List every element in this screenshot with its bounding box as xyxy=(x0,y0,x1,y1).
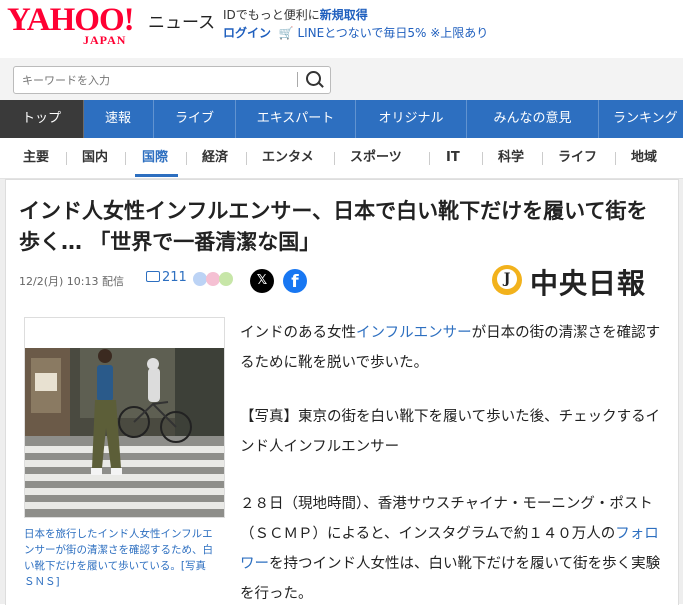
publisher-mark: J xyxy=(497,269,517,289)
site-header: YAHOO! JAPAN ニュース IDでもっと便利に新規取得 ログイン 🛒 L… xyxy=(0,0,683,58)
article-title: インド人女性インフルエンサー、日本で白い靴下だけを履いて街を歩く… 「世界で一番… xyxy=(19,199,648,254)
category-nav: 主要 国内 国際 経済 エンタメ スポーツ IT 科学 ライフ 地域 xyxy=(0,138,683,179)
search-icon[interactable] xyxy=(306,71,321,86)
tab-original[interactable]: オリジナル xyxy=(356,100,467,138)
service-name[interactable]: ニュース xyxy=(148,8,215,33)
category-main[interactable]: 主要 xyxy=(23,138,49,178)
line-promo-link[interactable]: LINEとつないで毎日5% ※上限あり xyxy=(297,26,488,40)
divider xyxy=(429,152,430,165)
comment-link[interactable]: 211 xyxy=(146,270,187,285)
id-promo: IDでもっと便利に新規取得 xyxy=(223,6,368,23)
category-science[interactable]: 科学 xyxy=(498,138,524,178)
divider xyxy=(542,152,543,165)
category-economy[interactable]: 経済 xyxy=(202,138,228,178)
publisher-mark-icon: J xyxy=(492,265,522,295)
yahoo-logo[interactable]: YAHOO! JAPAN xyxy=(7,2,135,47)
photo-caption: 日本を旅行したインド人女性インフルエンサーが街の清潔さを確認するため、白い靴下だ… xyxy=(24,528,217,588)
face-icon xyxy=(206,272,220,286)
paragraph-text: インドのある女性 xyxy=(240,325,356,341)
article-paragraph: ２８日（現地時間）、香港サウスチャイナ・モーニング・ポスト（ＳＣＭＰ）によると、… xyxy=(240,489,662,609)
share-x-button[interactable]: 𝕏 xyxy=(250,269,274,293)
paragraph-text: ２８日（現地時間）、香港サウスチャイナ・モーニング・ポスト（ＳＣＭＰ）によると、… xyxy=(240,496,653,542)
tab-ranking[interactable]: ランキング xyxy=(599,100,683,138)
article-paragraph: インドのある女性インフルエンサーが日本の街の清潔さを確認するために靴を脱いで歩い… xyxy=(240,318,662,378)
face-icon xyxy=(219,272,233,286)
divider xyxy=(615,152,616,165)
share-facebook-button[interactable]: f xyxy=(283,269,307,293)
search-divider xyxy=(297,72,298,87)
street-photo-illustration xyxy=(25,318,224,517)
article-photo[interactable] xyxy=(24,317,225,518)
tab-expert[interactable]: エキスパート xyxy=(236,100,356,138)
login-link[interactable]: ログイン xyxy=(223,26,271,40)
category-life[interactable]: ライフ xyxy=(558,138,597,178)
comment-count: 211 xyxy=(162,270,187,285)
login-row: ログイン 🛒 LINEとつないで毎日5% ※上限あり xyxy=(223,24,488,41)
category-domestic[interactable]: 国内 xyxy=(82,138,108,178)
signup-link[interactable]: 新規取得 xyxy=(320,8,368,22)
related-photo-link[interactable]: 【写真】東京の街を白い靴下を履いて歩いた後、チェックするインド人インフルエンサー xyxy=(240,402,662,462)
paragraph-text: を持つインド人女性は、白い靴下だけを履いて街を歩く実験を行った。 xyxy=(240,556,661,602)
search-bar xyxy=(0,58,683,100)
tab-top[interactable]: トップ xyxy=(0,100,84,138)
category-region[interactable]: 地域 xyxy=(631,138,657,178)
divider xyxy=(125,152,126,165)
divider xyxy=(482,152,483,165)
tab-breaking[interactable]: 速報 xyxy=(83,100,154,138)
influencer-link[interactable]: インフルエンサー xyxy=(356,325,472,341)
category-sports[interactable]: スポーツ xyxy=(350,138,402,178)
id-promo-text: IDでもっと便利に xyxy=(223,8,320,22)
divider xyxy=(334,152,335,165)
article-date: 12/2(月) 10:13 配信 xyxy=(19,275,124,288)
divider xyxy=(66,152,67,165)
category-it[interactable]: IT xyxy=(446,138,460,178)
divider xyxy=(246,152,247,165)
active-category-underline xyxy=(135,174,178,177)
face-icon xyxy=(193,272,207,286)
category-entertainment[interactable]: エンタメ xyxy=(262,138,314,178)
publisher-name: 中央日報 xyxy=(530,267,647,300)
comment-icon xyxy=(146,271,160,282)
tab-opinions[interactable]: みんなの意見 xyxy=(467,100,599,138)
search-box xyxy=(13,66,331,94)
tab-live[interactable]: ライブ xyxy=(154,100,236,138)
cart-icon: 🛒 xyxy=(274,26,294,40)
category-international[interactable]: 国際 xyxy=(142,138,168,178)
main-nav: トップ 速報 ライブ エキスパート オリジナル みんなの意見 ランキング xyxy=(0,100,683,138)
search-input[interactable] xyxy=(20,71,294,89)
divider xyxy=(186,152,187,165)
logo-sub: JAPAN xyxy=(83,33,127,47)
